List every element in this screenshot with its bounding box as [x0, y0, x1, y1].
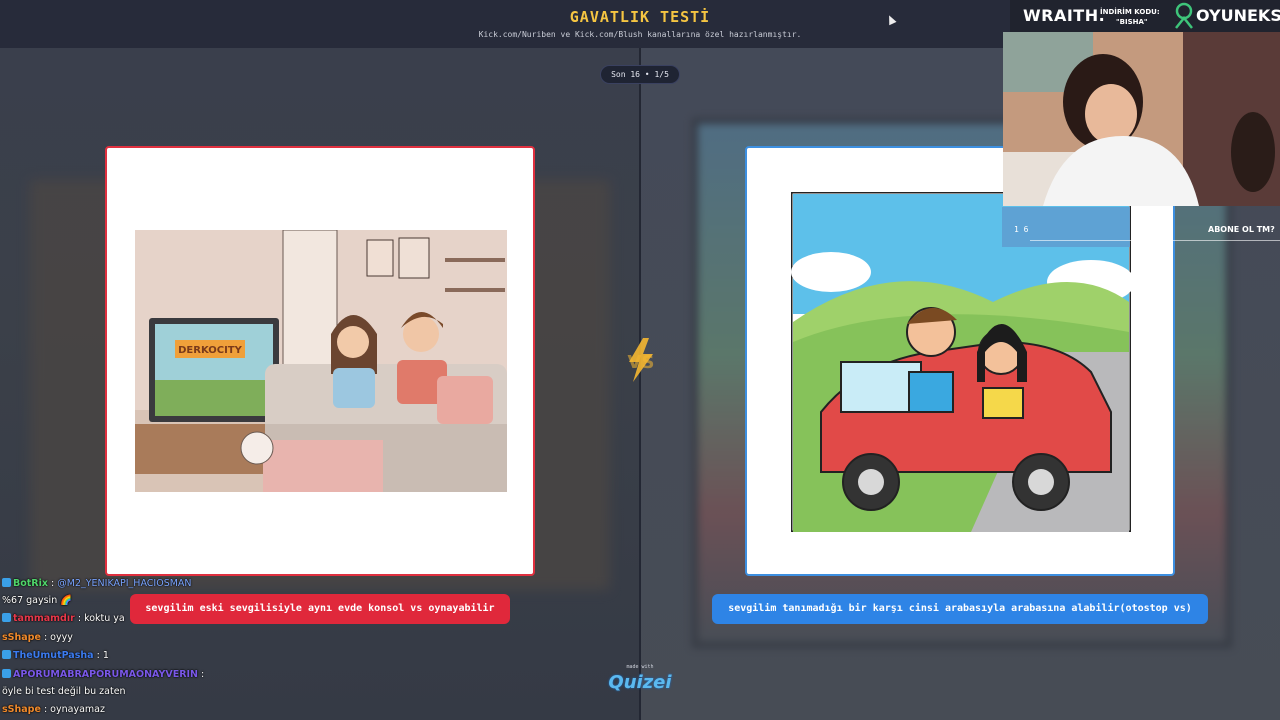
- chat-badge-icon: [2, 669, 11, 678]
- chat-message: tammamdır : koktu ya: [2, 613, 125, 624]
- chat-message: sShape : oyyy: [2, 632, 73, 643]
- subscribe-counter: 1 6: [1014, 225, 1029, 234]
- versus-icon: VS: [628, 338, 655, 382]
- answer-button-right[interactable]: sevgilim tanımadığı bir karşı cinsi arab…: [712, 594, 1208, 624]
- game-logo-text: DERKOCITY: [178, 345, 243, 356]
- versus-label: VS: [628, 352, 655, 373]
- chat-message: TheUmutPasha : 1: [2, 650, 109, 661]
- made-with-label: made with: [626, 664, 654, 670]
- chat-badge-icon: [2, 650, 11, 659]
- oyuneks-logo-icon: [1175, 2, 1193, 29]
- oyuneks-logo: OYUNEKS: [1196, 6, 1280, 25]
- stream-chat: BotRix : @M2_YENIKAPI_HACIOSMAN %67 gays…: [0, 576, 260, 720]
- option-card-left[interactable]: DERKOCITY: [105, 146, 535, 576]
- subscribe-progress-line: [1030, 240, 1280, 241]
- chat-message: öyle bi test değil bu zaten: [2, 686, 126, 697]
- option-image-left: DERKOCITY: [135, 230, 507, 492]
- streamer-webcam: [1003, 32, 1280, 206]
- chat-message: sShape : oynayamaz: [2, 704, 105, 715]
- webcam-feed: [1003, 32, 1280, 206]
- chat-badge-icon: [2, 578, 11, 587]
- subscribe-text: ABONE OL TM?: [1208, 225, 1275, 234]
- chat-message: APORUMABRAPORUMAONAYVERIN :: [2, 669, 204, 680]
- wraith-logo: WRAITH.: [1023, 6, 1106, 25]
- chat-badge-icon: [2, 613, 11, 622]
- promo-label: İNDİRİM KODU:: [1100, 8, 1160, 16]
- chat-message: %67 gaysin 🌈: [2, 595, 73, 606]
- chat-message: BotRix : @M2_YENIKAPI_HACIOSMAN: [2, 578, 192, 589]
- promo-code: "BISHA": [1116, 18, 1148, 26]
- round-progress: Son 16 • 1/5: [600, 65, 680, 84]
- center-divider: [639, 48, 641, 720]
- quizei-logo[interactable]: Quizei: [602, 672, 678, 693]
